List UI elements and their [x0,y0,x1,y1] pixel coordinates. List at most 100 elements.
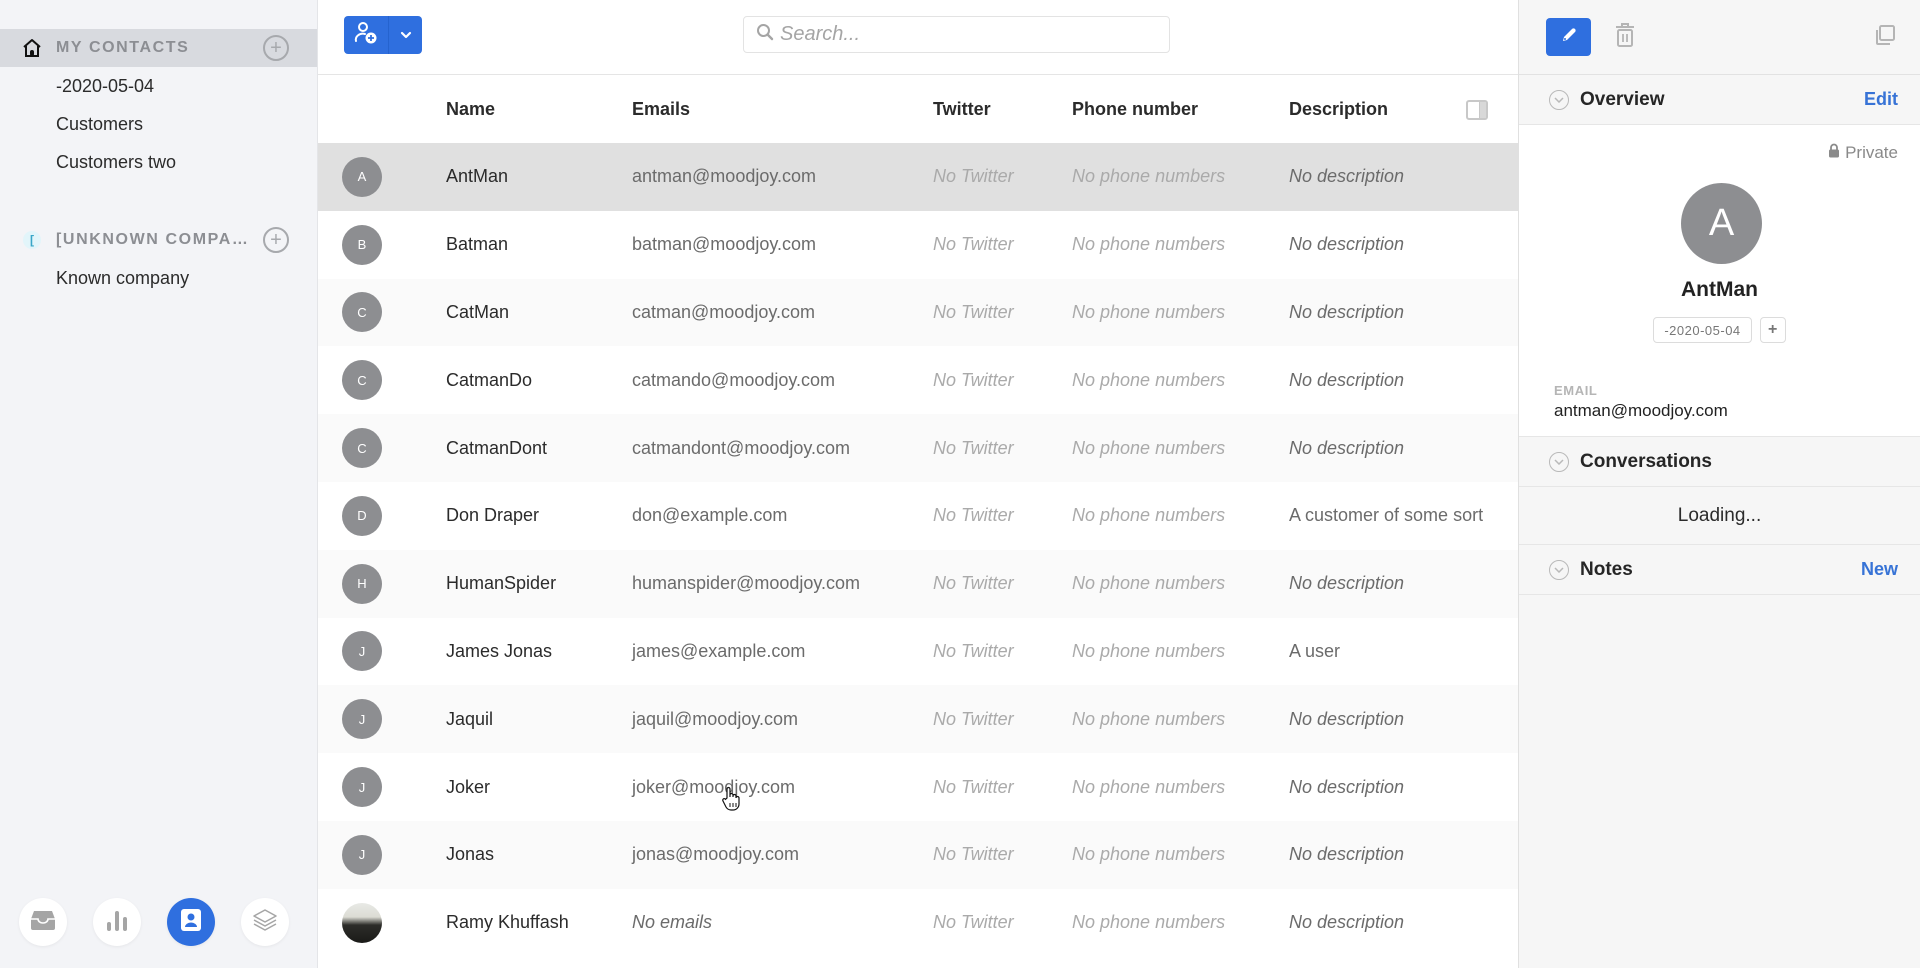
table-row[interactable]: J Joker joker@moodjoy.com No Twitter No phon… [318,753,1518,821]
phone-cell: No phone numbers [1072,573,1226,594]
contact-name-cell: James Jonas [446,640,553,661]
phone-cell: No phone numbers [1072,708,1226,729]
sidebar-group-header-my-contacts[interactable]: MY CONTACTS + [0,29,317,67]
nav-contacts-button[interactable] [167,898,215,946]
description-cell: No description [1289,437,1405,458]
collapse-chevron-icon[interactable] [1549,89,1569,110]
overview-edit-link[interactable]: Edit [1864,89,1898,110]
new-note-link[interactable]: New [1861,559,1898,580]
description-cell: A user [1289,640,1341,661]
phone-cell: No phone numbers [1072,776,1226,797]
twitter-cell: No Twitter [933,708,1014,729]
description-cell: A customer of some sort [1289,505,1484,526]
avatar: C [342,292,382,333]
column-header-twitter[interactable]: Twitter [933,99,1072,120]
add-contact-split-button [344,16,422,54]
notes-section-header[interactable]: Notes New [1519,545,1920,595]
description-cell: No description [1289,166,1405,187]
phone-cell: No phone numbers [1072,912,1226,933]
contact-avatar: A [1681,183,1762,264]
contact-tags: -2020-05-04 + [1519,317,1920,343]
table-row[interactable]: D Don Draper don@example.com No Twitter No p… [318,481,1518,550]
copy-icon [1874,24,1896,51]
table-row[interactable]: B Batman batman@moodjoy.com No Twitter No ph… [318,210,1518,279]
description-cell: No description [1289,708,1405,729]
add-tag-button[interactable]: + [1759,317,1786,343]
contact-name-cell: Jonas [446,844,495,865]
conversations-section-header[interactable]: Conversations [1519,437,1920,487]
table-row[interactable]: J Jonas jonas@moodjoy.com No Twitter No phon… [318,820,1518,889]
table-row[interactable]: J Jaquil jaquil@moodjoy.com No Twitter No ph… [318,685,1518,754]
table-row[interactable]: H HumanSpider humanspider@moodjoy.com No Tw… [318,549,1518,618]
table-row[interactable]: A AntMan antman@moodjoy.com No Twitter No ph… [318,143,1518,211]
pencil-icon [1559,25,1579,50]
tag-chip[interactable]: -2020-05-04 [1653,317,1752,343]
column-header-emails[interactable]: Emails [632,99,933,120]
app-window: MY CONTACTS + -2020-05-04 Customers Cust… [0,0,1920,968]
avatar-cell: C [318,292,446,333]
column-header-name[interactable]: Name [446,99,632,120]
avatar: D [342,495,382,536]
table-row[interactable]: Ramy Khuffash No emails No Twitter No phone… [318,888,1518,957]
avatar-cell: J [318,699,446,740]
email-field-value[interactable]: antman@moodjoy.com [1554,401,1728,421]
contact-name-cell: HumanSpider [446,573,557,594]
duplicate-button[interactable] [1870,18,1900,56]
description-cell: No description [1289,573,1405,594]
add-list-button[interactable]: + [263,227,289,253]
avatar-cell: C [318,428,446,469]
privacy-label: Private [1845,143,1898,162]
avatar-cell: J [318,834,446,875]
toggle-columns-icon[interactable] [1466,100,1488,120]
avatar-cell: A [318,156,446,197]
table-row[interactable]: J James Jonas james@example.com No Twitter N… [318,617,1518,686]
nav-stats-button[interactable] [93,898,141,946]
search-input[interactable] [780,23,1160,46]
sidebar-item-known-company[interactable]: Known company [0,259,317,297]
nav-layers-button[interactable] [241,898,289,946]
phone-cell: No phone numbers [1072,844,1226,865]
column-header-phone[interactable]: Phone number [1072,99,1289,120]
table-row[interactable]: C CatmanDo catmando@moodjoy.com No Twitter N… [318,346,1518,415]
collapse-chevron-icon[interactable] [1549,451,1569,472]
email-cell: jaquil@moodjoy.com [632,708,799,729]
trash-icon [1614,22,1636,53]
add-contact-button[interactable] [344,16,389,54]
phone-cell: No phone numbers [1072,166,1226,187]
twitter-cell: No Twitter [933,369,1014,390]
layers-icon [252,907,278,938]
sidebar-item-customers[interactable]: Customers [0,105,317,143]
sidebar-group-header-unknown-company[interactable]: [ [UNKNOWN COMPAN... + [0,221,317,259]
delete-contact-button[interactable] [1610,18,1640,56]
phone-cell: No phone numbers [1072,301,1226,322]
sidebar-item-customers-two[interactable]: Customers two [0,143,317,181]
contact-name-cell: Don Draper [446,505,540,526]
email-cell: catman@moodjoy.com [632,301,816,322]
add-contact-dropdown-button[interactable] [389,16,422,54]
add-list-button[interactable]: + [263,35,289,61]
collapse-chevron-icon[interactable] [1549,559,1569,580]
sidebar-item-2020-05-04[interactable]: -2020-05-04 [0,67,317,105]
email-cell: humanspider@moodjoy.com [632,573,861,594]
contacts-table-body: A AntMan antman@moodjoy.com No Twitter No ph… [318,143,1518,968]
overview-section-header[interactable]: Overview Edit [1519,75,1920,125]
edit-contact-button[interactable] [1546,18,1591,56]
description-cell: No description [1289,369,1405,390]
email-cell: james@example.com [632,640,806,661]
avatar-cell: C [318,360,446,401]
chevron-down-icon [400,26,412,44]
table-row[interactable]: C CatMan catman@moodjoy.com No Twitter No ph… [318,278,1518,347]
table-header: Name Emails Twitter Phone number Descrip… [318,75,1518,143]
email-cell: batman@moodjoy.com [632,234,817,255]
sidebar-group-unknown-company: [ [UNKNOWN COMPAN... + Known company [0,221,317,297]
contacts-icon [180,908,202,937]
contacts-list-pane: Name Emails Twitter Phone number Descrip… [318,0,1518,968]
avatar: J [342,767,382,808]
table-row[interactable]: C CatmanDont catmandont@moodjoy.com No Twit… [318,414,1518,482]
company-logo-icon: [ [23,231,41,249]
search-icon [756,23,774,46]
nav-inbox-button[interactable] [19,898,67,946]
contact-name-cell: AntMan [446,166,509,187]
email-cell: catmandont@moodjoy.com [632,437,851,458]
privacy-badge[interactable]: Private [1828,143,1898,163]
